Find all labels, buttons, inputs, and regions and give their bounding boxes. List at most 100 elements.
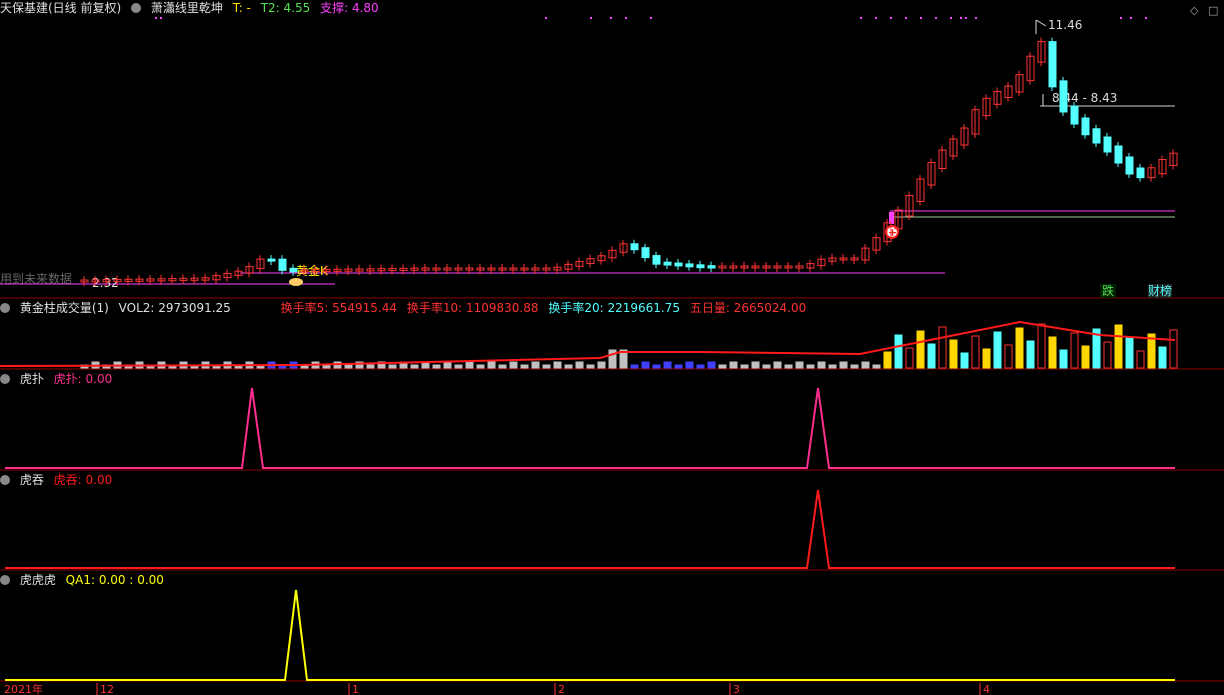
volume-bar	[586, 364, 595, 369]
volume-bar	[685, 361, 694, 369]
volume-bar	[916, 330, 925, 369]
volume-bar	[476, 364, 485, 369]
top-marker	[965, 17, 967, 19]
volume-bar	[1103, 341, 1112, 369]
volume-bar	[1158, 346, 1167, 369]
buy-signal-plus: +	[888, 226, 897, 239]
volume-bar	[509, 361, 518, 369]
volume-bar	[597, 361, 606, 369]
candle	[1092, 128, 1101, 144]
top-marker	[625, 17, 627, 19]
x-axis: 2021年 12 1 2 3 4	[4, 682, 990, 695]
volume-bar	[960, 352, 969, 369]
volume-bar	[575, 361, 584, 369]
volume-bar	[971, 335, 980, 369]
candle	[267, 258, 276, 262]
top-marker	[960, 17, 962, 19]
candle	[1081, 117, 1090, 136]
volume-bar	[696, 364, 705, 369]
top-markers	[155, 17, 1147, 19]
hupu-line	[5, 387, 1175, 469]
top-marker	[905, 17, 907, 19]
top-marker	[545, 17, 547, 19]
candlestick-series	[80, 37, 1178, 286]
top-marker	[610, 17, 612, 19]
volume-bar	[740, 364, 749, 369]
volume-series	[0, 320, 1178, 369]
candle	[630, 243, 639, 251]
candle	[674, 262, 683, 267]
coin-icon	[289, 278, 303, 286]
volume-bar	[762, 364, 771, 369]
volume-bar	[993, 331, 1002, 369]
volume-bar	[806, 364, 815, 369]
candle	[1103, 136, 1112, 153]
nodata-label: 用到未来数据	[0, 271, 72, 286]
top-marker	[890, 17, 892, 19]
volume-bar	[839, 361, 848, 369]
volume-bar	[663, 361, 672, 369]
volume-bar	[531, 361, 540, 369]
volume-bar	[1070, 332, 1079, 369]
volume-bar	[883, 351, 892, 369]
volume-bar	[674, 364, 683, 369]
volume-bar	[564, 364, 573, 369]
volume-bar	[1004, 344, 1013, 369]
volume-bar	[1059, 349, 1068, 369]
signal-marker	[889, 212, 894, 224]
volume-bar	[1026, 340, 1035, 369]
volume-bar	[1125, 337, 1134, 369]
top-marker	[155, 17, 157, 19]
volume-bar	[498, 364, 507, 369]
volume-bar	[630, 364, 639, 369]
volume-bar	[410, 364, 419, 369]
volume-bar	[520, 364, 529, 369]
high-price-label: 11.46	[1048, 18, 1082, 32]
top-marker	[950, 17, 952, 19]
candle	[1136, 167, 1145, 179]
huhuhu-line	[5, 589, 1175, 681]
volume-bar	[817, 361, 826, 369]
volume-bar	[872, 364, 881, 369]
volume-bar	[542, 364, 551, 369]
volume-bar	[894, 334, 903, 369]
x-tick-label: 2	[558, 683, 565, 695]
cai-tag-text: 财榜	[1148, 283, 1172, 298]
volume-bar	[949, 339, 958, 369]
volume-bar	[795, 361, 804, 369]
candle	[641, 247, 650, 259]
x-tick-label: 1	[352, 683, 359, 695]
volume-bar	[982, 348, 991, 369]
volume-bar	[1048, 336, 1057, 369]
volume-bar	[432, 364, 441, 369]
top-marker	[920, 17, 922, 19]
top-marker	[1120, 17, 1122, 19]
top-marker	[1145, 17, 1147, 19]
candle	[278, 258, 287, 271]
high-flag-icon	[1035, 19, 1047, 27]
volume-bar	[322, 364, 331, 369]
candle	[1125, 156, 1134, 175]
x-tick-label: 12	[100, 683, 114, 695]
volume-bar	[1136, 350, 1145, 369]
volume-bar	[927, 343, 936, 369]
x-tick-label: 4	[983, 683, 990, 695]
volume-bar	[1114, 324, 1123, 369]
volume-bar	[388, 364, 397, 369]
top-marker	[975, 17, 977, 19]
top-marker	[160, 17, 162, 19]
low-price-label: 2.32	[92, 276, 119, 290]
hutun-line	[5, 489, 1175, 569]
volume-bar	[652, 364, 661, 369]
volume-bar	[938, 326, 947, 369]
candle	[1059, 80, 1068, 113]
volume-bar	[344, 364, 353, 369]
volume-bar	[729, 361, 738, 369]
candle	[707, 265, 716, 269]
volume-bar	[1037, 323, 1046, 369]
top-marker	[935, 17, 937, 19]
volume-bar	[1081, 345, 1090, 369]
candle	[289, 267, 298, 273]
candle	[1070, 105, 1079, 125]
volume-bar	[1015, 327, 1024, 369]
